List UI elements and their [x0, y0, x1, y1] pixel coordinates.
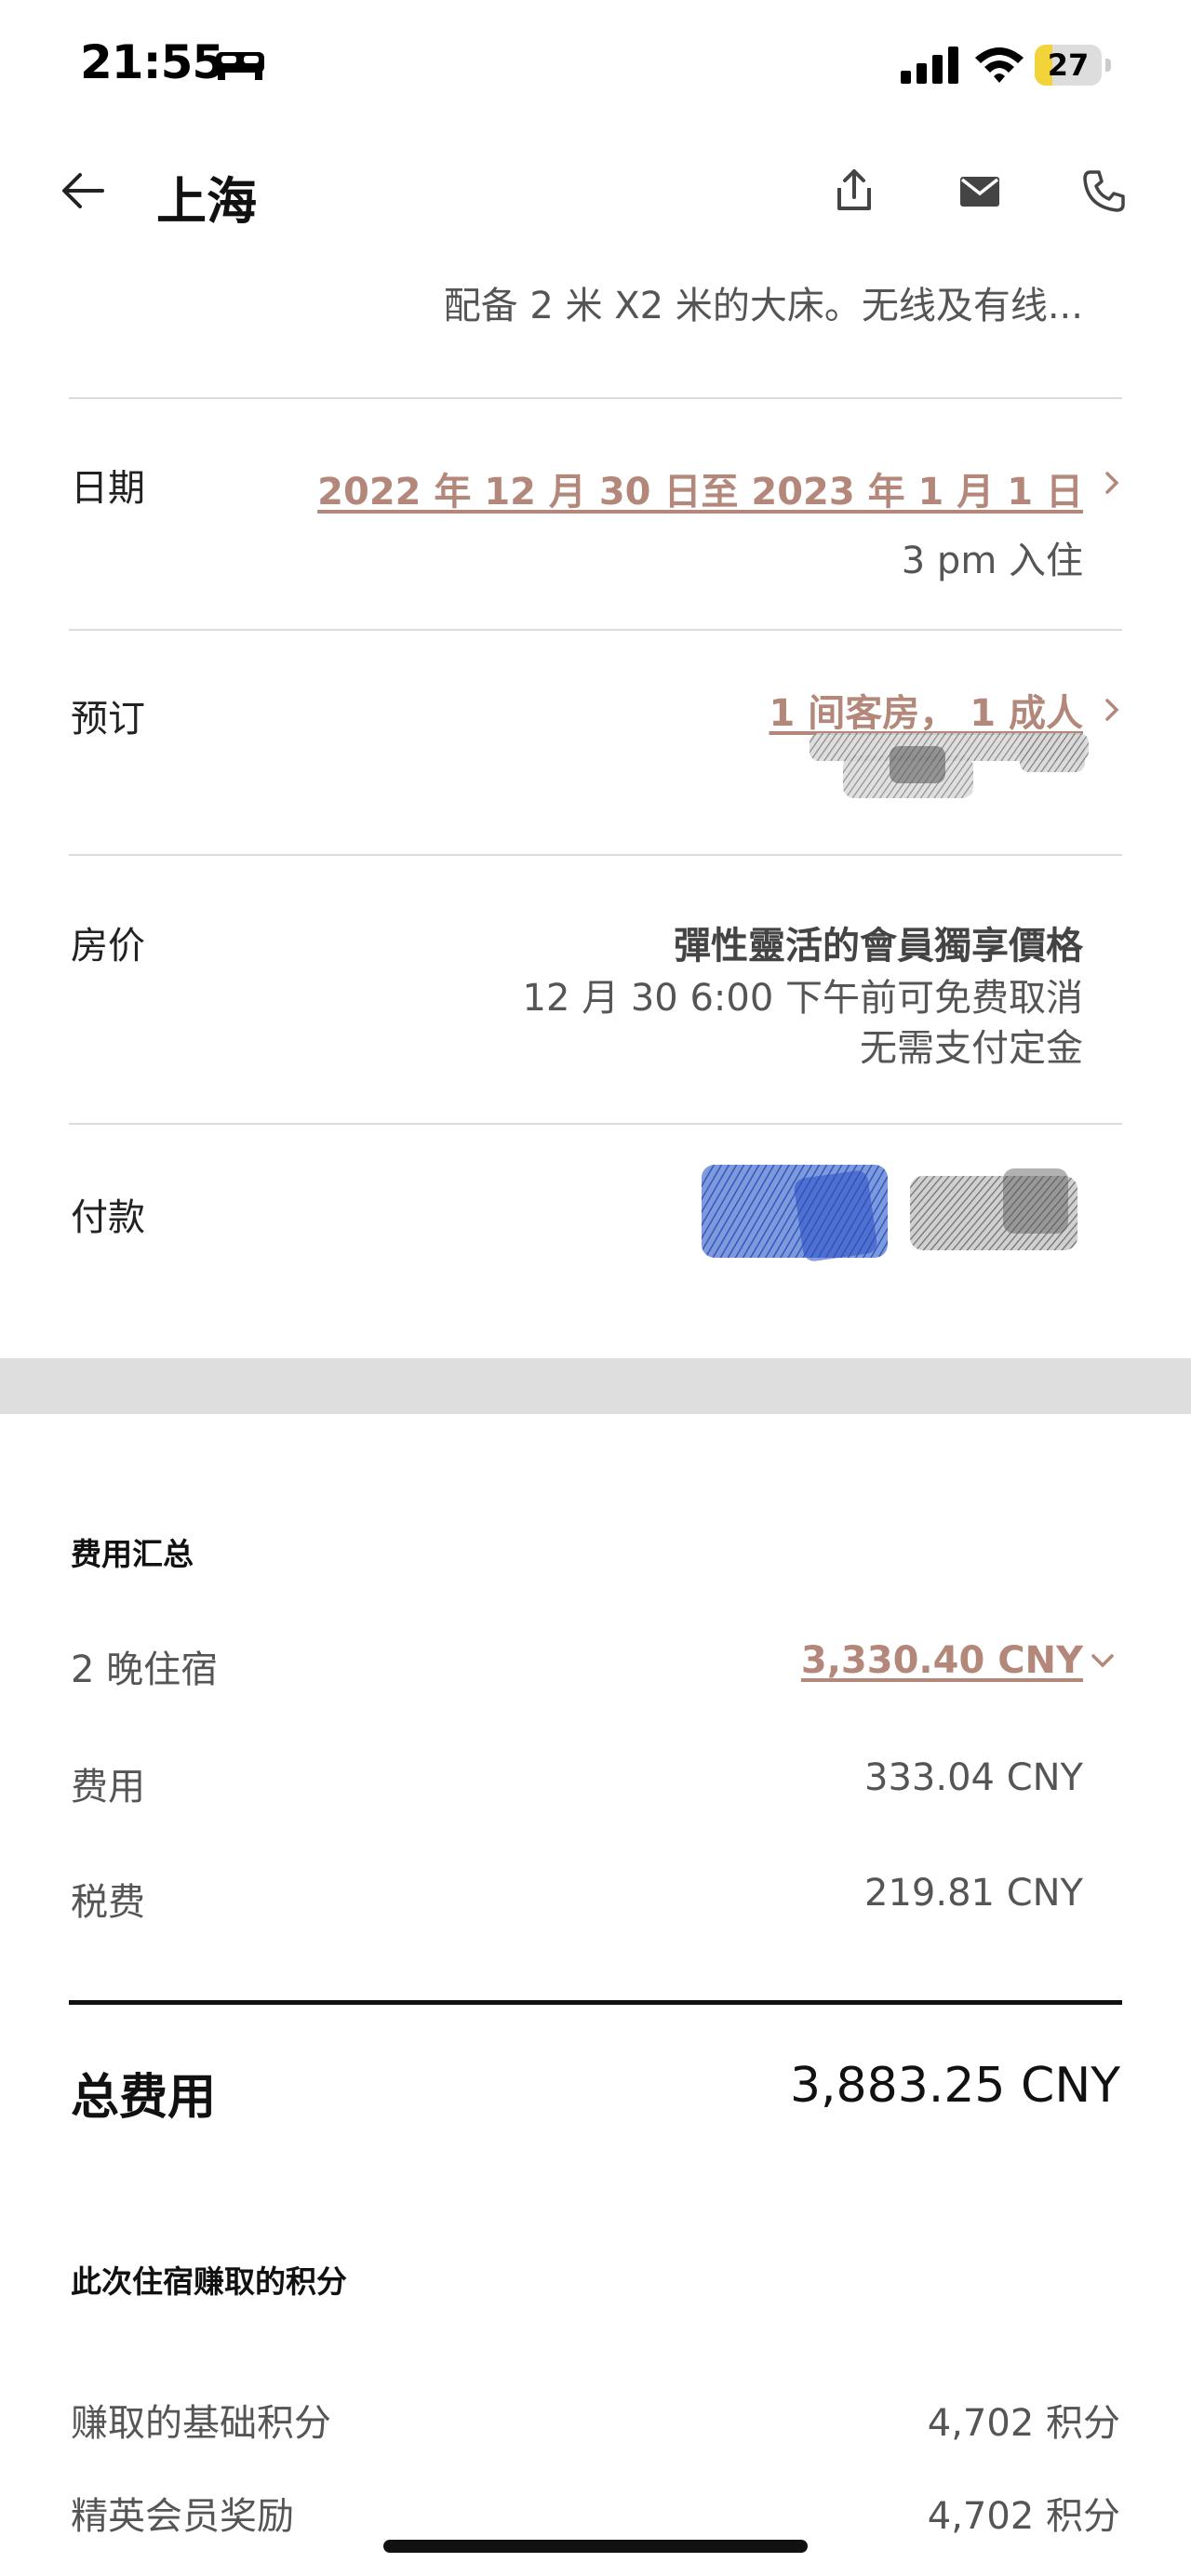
redacted-payment-card: [696, 1155, 1087, 1271]
rate-label: 房价: [71, 925, 145, 968]
chevron-right-icon[interactable]: [1100, 471, 1124, 495]
payment-label: 付款: [71, 1196, 145, 1239]
divider: [69, 629, 1122, 631]
date-range-link[interactable]: 2022 年 12 月 30 日至 2023 年 1 月 1 日: [317, 461, 1083, 515]
fee-summary-title: 费用汇总: [71, 1536, 194, 1572]
base-points-value: 4,702 积分: [927, 2402, 1120, 2445]
deposit-policy: 无需支付定金: [860, 1027, 1083, 1070]
total-label: 总费用: [71, 2070, 217, 2126]
tax-label: 税费: [71, 1881, 145, 1924]
elite-bonus-value: 4,702 积分: [927, 2495, 1120, 2538]
divider: [69, 1123, 1122, 1125]
tax-value: 219.81 CNY: [864, 1872, 1083, 1915]
fees-value: 333.04 CNY: [864, 1756, 1083, 1799]
nights-value[interactable]: 3,330.40 CNY: [801, 1639, 1083, 1682]
nights-value-link[interactable]: 3,330.40 CNY: [801, 1639, 1083, 1682]
chevron-down-icon[interactable]: [1091, 1648, 1115, 1673]
phone-icon[interactable]: [1083, 169, 1126, 212]
date-label: 日期: [71, 467, 145, 510]
nights-label: 2 晚住宿: [71, 1648, 219, 1691]
page-title: 上海: [156, 172, 257, 231]
total-divider: [69, 2000, 1122, 2005]
section-separator: [0, 1358, 1191, 1414]
back-arrow-icon[interactable]: [60, 167, 106, 214]
base-points-label: 赚取的基础积分: [71, 2402, 331, 2445]
date-range-text[interactable]: 2022 年 12 月 30 日至 2023 年 1 月 1 日: [317, 471, 1083, 514]
home-indicator[interactable]: [383, 2540, 808, 2553]
elite-bonus-label: 精英会员奖励: [71, 2495, 294, 2538]
chevron-right-icon[interactable]: [1100, 698, 1124, 722]
checkin-time: 3 pm 入住: [901, 540, 1083, 582]
divider: [69, 854, 1122, 856]
signal-icon: [899, 45, 960, 84]
status-time: 21:55: [80, 35, 224, 89]
points-title: 此次住宿赚取的积分: [71, 2263, 347, 2300]
room-description: 配备 2 米 X2 米的大床。无线及有线...: [443, 285, 1083, 327]
redacted-guest-name: [806, 727, 1094, 808]
battery-level-text: 27: [1047, 47, 1090, 83]
battery-icon: 27: [1035, 45, 1113, 87]
wifi-icon: [973, 43, 1025, 84]
total-value: 3,883.25 CNY: [789, 2058, 1120, 2114]
share-icon[interactable]: [832, 167, 877, 214]
cancel-policy: 12 月 30 6:00 下午前可免费取消: [522, 977, 1083, 1020]
mail-icon[interactable]: [958, 175, 1001, 208]
fees-label: 费用: [71, 1766, 145, 1809]
divider: [69, 397, 1122, 399]
booking-label: 预订: [71, 698, 145, 741]
bed-icon: [212, 45, 268, 82]
rate-name: 彈性靈活的會員獨享價格: [674, 925, 1083, 968]
